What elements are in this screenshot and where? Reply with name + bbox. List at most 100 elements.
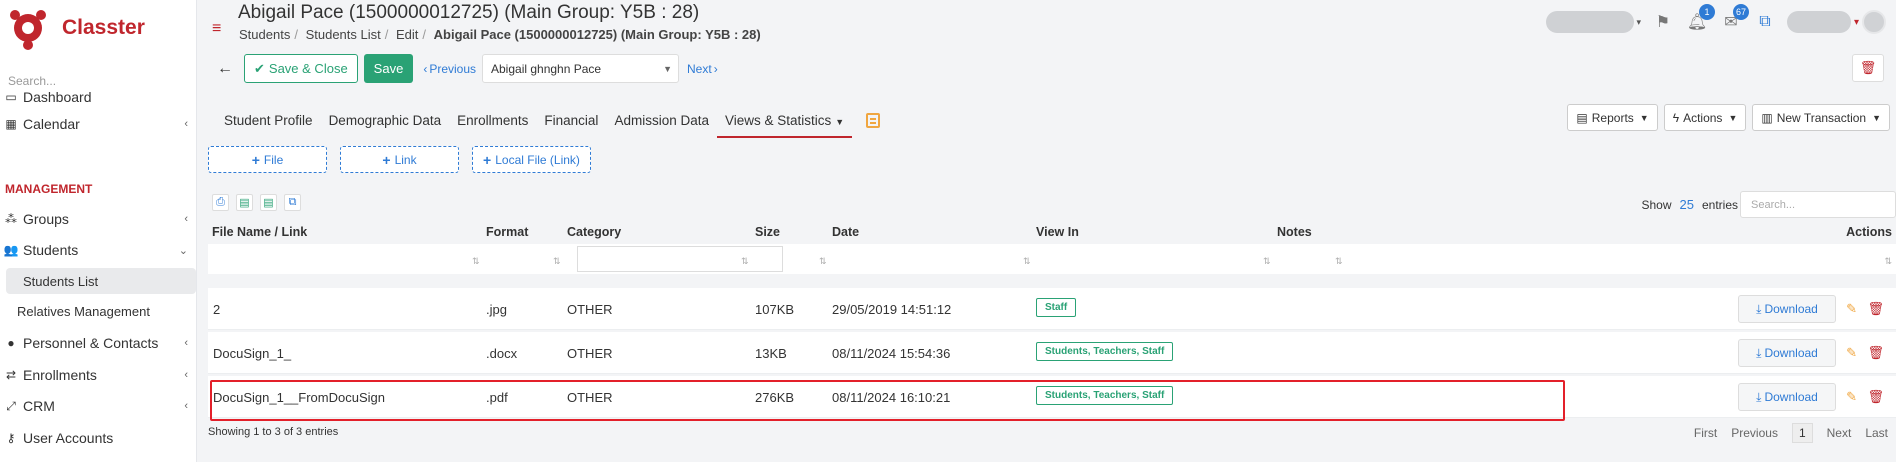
app-logo[interactable]: Classter <box>10 8 145 50</box>
user-menu[interactable]: ▾ <box>1786 10 1886 34</box>
cell-date: 29/05/2019 14:51:12 <box>832 302 952 317</box>
next-link[interactable]: Next › <box>687 62 718 76</box>
tab-views-statistics[interactable]: Views & Statistics ▼ <box>716 110 853 138</box>
list-icon[interactable] <box>866 113 880 128</box>
student-selector[interactable]: Abigail ghnghn Pace ▼ <box>482 54 679 83</box>
new-transaction-button[interactable]: ▥ New Transaction ▼ <box>1752 104 1890 131</box>
breadcrumb-students[interactable]: Students <box>239 27 290 42</box>
add-local-file-button[interactable]: + Local File (Link) <box>472 146 591 173</box>
column-header-actions: Actions <box>1846 225 1892 239</box>
breadcrumb-current: Abigail Pace (1500000012725) (Main Group… <box>433 27 761 42</box>
sort-icon[interactable]: ⇅ <box>472 256 480 267</box>
sort-icon[interactable]: ⇅ <box>1263 256 1271 267</box>
inbox-icon[interactable]: ✉ 67 <box>1719 4 1749 34</box>
download-button[interactable]: ⤓ Download <box>1738 339 1836 367</box>
column-header-category[interactable]: Category <box>567 225 621 239</box>
sort-icon[interactable]: ⇅ <box>1023 256 1031 267</box>
print-icon[interactable]: ⎙ <box>212 194 229 211</box>
tab-enrollments[interactable]: Enrollments <box>449 110 536 138</box>
sidebar-item-students[interactable]: 👥 Students ⌄ <box>0 237 196 263</box>
sidebar-item-label: Students <box>23 242 79 258</box>
sidebar-item-user-accounts[interactable]: ⚷ User Accounts <box>0 425 196 451</box>
add-file-button[interactable]: + File <box>208 146 327 173</box>
edit-pencil-icon[interactable]: ✎ <box>1846 389 1857 405</box>
trash-icon[interactable]: 🗑︎ <box>1867 345 1884 361</box>
copy-icon[interactable]: ⧉ <box>284 194 301 211</box>
category-filter-input[interactable] <box>577 246 783 272</box>
edit-pencil-icon[interactable]: ✎ <box>1846 301 1857 317</box>
edit-pencil-icon[interactable]: ✎ <box>1846 345 1857 361</box>
download-button[interactable]: ⤓ Download <box>1738 383 1836 411</box>
sidebar-item-crm[interactable]: ⤢ CRM ‹ <box>0 393 196 419</box>
tab-admission-data[interactable]: Admission Data <box>606 110 717 138</box>
flag-icon[interactable]: ⚑ <box>1651 10 1675 34</box>
table-row[interactable]: 2 .jpg OTHER 107KB 29/05/2019 14:51:12 S… <box>208 288 1896 330</box>
save-button[interactable]: Save <box>363 54 414 83</box>
column-header-size[interactable]: Size <box>755 225 780 239</box>
main-content: ≡ Abigail Pace (1500000012725) (Main Gro… <box>198 0 1896 462</box>
table-search-input[interactable]: Search... <box>1740 191 1896 218</box>
column-header-notes[interactable]: Notes <box>1277 225 1312 239</box>
sort-icon[interactable]: ⇅ <box>1335 256 1343 267</box>
column-header-file-name[interactable]: File Name / Link <box>212 225 307 239</box>
table-row[interactable]: DocuSign_1__FromDocuSign .pdf OTHER 276K… <box>208 376 1896 418</box>
tab-financial[interactable]: Financial <box>536 110 606 138</box>
sidebar-item-relatives-management[interactable]: Relatives Management <box>0 298 196 324</box>
plus-icon: + <box>382 151 391 168</box>
cell-file-name[interactable]: DocuSign_1_ <box>213 346 291 361</box>
monitor-icon: ▭ <box>5 90 17 104</box>
add-link-button[interactable]: + Link <box>340 146 459 173</box>
table-row[interactable]: DocuSign_1_ .docx OTHER 13KB 08/11/2024 … <box>208 332 1896 374</box>
column-header-view-in[interactable]: View In <box>1036 225 1079 239</box>
trash-icon[interactable]: 🗑︎ <box>1867 389 1884 405</box>
breadcrumb-edit[interactable]: Edit <box>396 27 418 42</box>
back-arrow-icon[interactable]: ← <box>212 55 238 83</box>
classter-logo-icon <box>10 8 46 50</box>
excel-icon[interactable]: ▤ <box>236 194 253 211</box>
reports-button[interactable]: ▤ Reports ▼ <box>1567 104 1658 131</box>
pager-current-page[interactable]: 1 <box>1791 423 1813 443</box>
sidebar-section-management: MANAGEMENT <box>5 182 93 196</box>
pager-next[interactable]: Next <box>1827 426 1852 440</box>
tab-student-profile[interactable]: Student Profile <box>216 110 321 138</box>
trash-icon: 🗑︎ <box>1859 60 1877 75</box>
sort-icon[interactable]: ⇅ <box>819 256 827 267</box>
previous-link[interactable]: ‹ Previous <box>423 62 476 76</box>
sidebar-item-groups[interactable]: ⁂ Groups ‹ <box>0 206 196 232</box>
school-year-select[interactable]: ▾ <box>1546 11 1641 33</box>
tab-demographic-data[interactable]: Demographic Data <box>321 110 450 138</box>
page-size-select[interactable]: 25 <box>1680 197 1694 212</box>
cell-file-name[interactable]: DocuSign_1__FromDocuSign <box>213 390 385 405</box>
hamburger-menu-icon[interactable]: ≡ <box>212 20 221 38</box>
sort-icon[interactable]: ⇅ <box>741 256 749 267</box>
column-header-date[interactable]: Date <box>832 225 859 239</box>
cell-file-name[interactable]: 2 <box>213 302 220 317</box>
pager-last[interactable]: Last <box>1865 426 1888 440</box>
breadcrumb: Students / Students List / Edit / Abigail P… <box>239 27 761 42</box>
save-close-button[interactable]: ✔ Save & Close <box>244 54 358 83</box>
caret-down-icon: ▼ <box>835 117 845 127</box>
sidebar-item-students-list[interactable]: Students List <box>6 268 196 294</box>
sort-icon[interactable]: ⇅ <box>553 256 561 267</box>
csv-icon[interactable]: ▤ <box>260 194 277 211</box>
breadcrumb-students-list[interactable]: Students List <box>306 27 381 42</box>
pager-previous[interactable]: Previous <box>1731 426 1778 440</box>
download-button[interactable]: ⤓ Download <box>1738 295 1836 323</box>
sidebar-item-calendar[interactable]: ▦ Calendar ‹ <box>0 111 196 137</box>
delete-record-button[interactable]: 🗑︎ <box>1852 54 1884 82</box>
sort-icon[interactable]: ⇅ <box>1884 256 1892 267</box>
actions-button[interactable]: ϟ Actions ▼ <box>1663 104 1747 131</box>
add-link-label: Link <box>394 152 417 167</box>
caret-down-icon: ▼ <box>1728 112 1738 123</box>
trash-icon[interactable]: 🗑︎ <box>1867 301 1884 317</box>
sidebar-item-enrollments[interactable]: ⇄ Enrollments ‹ <box>0 362 196 388</box>
column-header-format[interactable]: Format <box>486 225 528 239</box>
layers-plus-icon[interactable]: ⧉ <box>1753 10 1777 34</box>
pager-first[interactable]: First <box>1694 426 1717 440</box>
bell-icon[interactable]: 🔔︎ 1 <box>1685 4 1715 34</box>
chevron-left-icon: ‹ <box>184 400 188 412</box>
pagination: First Previous 1 Next Last <box>1694 423 1888 443</box>
sidebar-item-dashboard[interactable]: ▭ Dashboard <box>0 84 196 110</box>
sidebar-item-personnel-contacts[interactable]: ● Personnel & Contacts ‹ <box>0 330 196 356</box>
school-year-value <box>1546 11 1635 33</box>
